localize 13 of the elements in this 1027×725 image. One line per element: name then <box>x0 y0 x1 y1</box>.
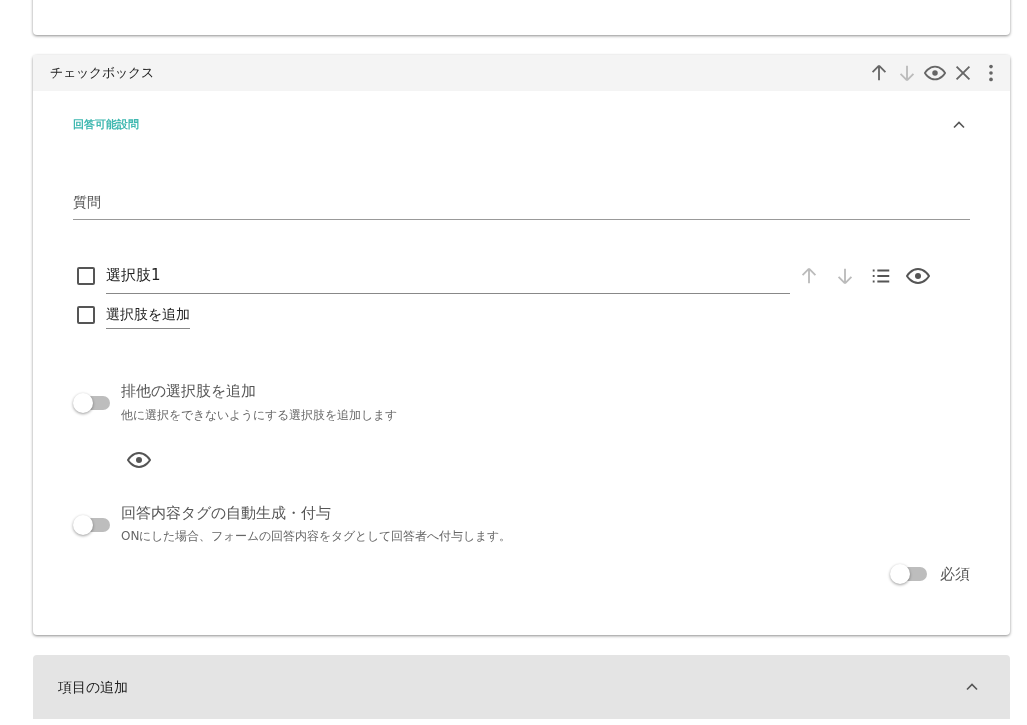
required-label: 必須 <box>940 564 970 585</box>
checkbox[interactable] <box>77 306 95 324</box>
toggle-title: 排他の選択肢を追加 <box>121 381 257 402</box>
checkbox[interactable] <box>77 267 95 285</box>
toggle-description: 他に選択をできないようにする選択肢を追加します <box>121 406 397 424</box>
choice-field[interactable]: 選択肢1 <box>106 258 790 294</box>
card-title: チェックボックス <box>50 64 155 83</box>
panel-title: 項目の追加 <box>58 677 128 697</box>
add-choice-button[interactable]: 選択肢を追加 <box>106 301 190 329</box>
question-field[interactable]: 質問 <box>73 184 970 220</box>
toggle-description: ONにした場合、フォームの回答内容をタグとして回答者へ付与します。 <box>121 528 512 545</box>
toggle-title: 回答内容タグの自動生成・付与 <box>121 502 332 524</box>
section-label: 回答可能設問 <box>73 116 139 133</box>
